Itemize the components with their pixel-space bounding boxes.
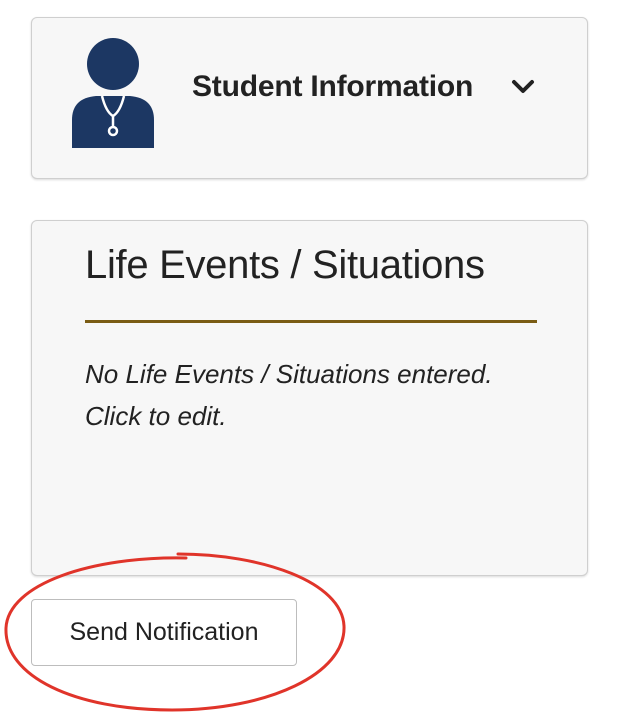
student-information-title: Student Information xyxy=(192,70,474,103)
student-avatar-icon xyxy=(72,38,154,148)
student-information-card[interactable]: Student Information xyxy=(31,17,588,179)
send-notification-button[interactable]: Send Notification xyxy=(31,599,297,666)
life-events-title: Life Events / Situations xyxy=(85,243,485,287)
life-events-empty-message[interactable]: No Life Events / Situations entered. Cli… xyxy=(85,353,555,437)
chevron-down-icon[interactable] xyxy=(510,76,536,98)
title-divider xyxy=(85,320,537,323)
life-events-card[interactable]: Life Events / Situations No Life Events … xyxy=(31,220,588,576)
